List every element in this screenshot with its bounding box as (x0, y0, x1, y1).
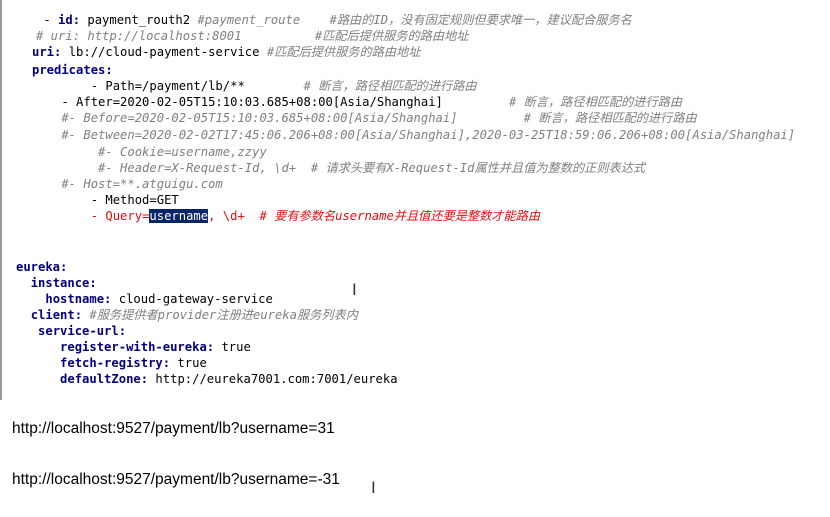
query-suffix: , \d+ (208, 209, 260, 223)
code-line-client: client: #服务提供者provider注册进eureka服务列表内 (16, 307, 358, 323)
code-line-hostname: hostname: cloud-gateway-service (16, 291, 273, 307)
code-comment: #- Host=**.atguigu.com (32, 177, 223, 191)
yaml-key: service-url: (38, 324, 127, 338)
code-comment: #- Before=2020-02-05T15:10:03.685+08:00[… (32, 111, 697, 125)
code-comment: #- Cookie=username,zzyy (32, 145, 267, 159)
yaml-key: fetch-registry: (60, 356, 171, 370)
code-line-eureka: eureka: (16, 259, 67, 275)
yaml-value: cloud-gateway-service (111, 292, 273, 306)
selected-text[interactable]: username (149, 209, 209, 223)
text-cursor-icon: I (352, 280, 357, 299)
yaml-key: client: (30, 308, 83, 322)
code-comment: # uri: http://localhost:8001 #匹配后提供服务的路由… (14, 29, 469, 43)
yaml-key: uri: (32, 45, 62, 59)
test-url-positive: http://localhost:9527/payment/lb?usernam… (12, 420, 335, 437)
code-line-before: #- Before=2020-02-05T15:10:03.685+08:00[… (32, 110, 697, 126)
yaml-value: - Path=/payment/lb/** (32, 79, 304, 93)
code-comment: # 断言，路径相匹配的进行路由 (303, 79, 477, 93)
code-comment: #- Header=X-Request-Id, \d+ # 请求头要有X-Req… (32, 161, 646, 175)
code-line-service-url: service-url: (16, 323, 126, 339)
query-prefix: - Query= (32, 209, 150, 223)
yaml-key: eureka: (16, 260, 68, 274)
text-cursor-icon: I (371, 478, 376, 497)
code-line-cookie: #- Cookie=username,zzyy (32, 144, 267, 160)
code-comment: # 断言，路径相匹配的进行路由 (508, 95, 683, 109)
code-line-query: - Query=username, \d+ # 要有参数名username并且值… (32, 208, 540, 224)
code-comment: #- Between=2020-02-02T17:45:06.206+08:00… (32, 128, 796, 142)
code-line-after: - After=2020-02-05T15:10:03.685+08:00[As… (32, 94, 682, 110)
code-line-id: - id: payment_routh2 #payment_route #路由的… (14, 12, 632, 28)
dash-text: - (14, 13, 59, 27)
yaml-value: http://eureka7001.com:7001/eureka (148, 372, 398, 386)
code-comment: #payment_route #路由的ID，没有固定规则但要求唯一，建议配合服务… (197, 13, 632, 27)
code-line-header: #- Header=X-Request-Id, \d+ # 请求头要有X-Req… (32, 160, 645, 176)
test-url-negative: http://localhost:9527/payment/lb?usernam… (12, 471, 340, 488)
code-line-between: #- Between=2020-02-02T17:45:06.206+08:00… (32, 127, 795, 143)
yaml-value: payment_routh2 (80, 13, 198, 27)
code-comment: #匹配后提供服务的路由地址 (266, 45, 421, 59)
code-line-instance: instance: (16, 275, 97, 291)
yaml-value: true (170, 356, 207, 370)
code-line-method: - Method=GET (32, 192, 179, 208)
code-line-uri: uri: lb://cloud-payment-service #匹配后提供服务… (32, 44, 420, 60)
yaml-key: register-with-eureka: (60, 340, 215, 354)
code-comment: # 要有参数名username并且值还要是整数才能路由 (259, 209, 541, 223)
yaml-key: instance: (30, 276, 97, 290)
yaml-key: hostname: (45, 292, 112, 306)
code-line-defaultzone: defaultZone: http://eureka7001.com:7001/… (16, 371, 398, 387)
yaml-value: - Method=GET (32, 193, 179, 207)
yaml-key: id: (58, 13, 81, 27)
code-line-path: - Path=/payment/lb/** # 断言，路径相匹配的进行路由 (32, 78, 477, 94)
code-line-host: #- Host=**.atguigu.com (32, 176, 223, 192)
code-comment: #服务提供者provider注册进eureka服务列表内 (89, 308, 358, 322)
code-line-uri-commented: # uri: http://localhost:8001 #匹配后提供服务的路由… (14, 28, 468, 44)
yaml-value: - After=2020-02-05T15:10:03.685+08:00[As… (32, 95, 509, 109)
yaml-key: predicates: (32, 63, 113, 77)
yaml-key: defaultZone: (60, 372, 149, 386)
code-line-fetch: fetch-registry: true (16, 355, 207, 371)
code-line-register: register-with-eureka: true (16, 339, 251, 355)
code-line-predicates: predicates: (32, 62, 113, 78)
yaml-value: true (214, 340, 251, 354)
yaml-value: lb://cloud-payment-service (61, 45, 267, 59)
yaml-code-editor[interactable]: - id: payment_routh2 #payment_route #路由的… (0, 0, 830, 400)
